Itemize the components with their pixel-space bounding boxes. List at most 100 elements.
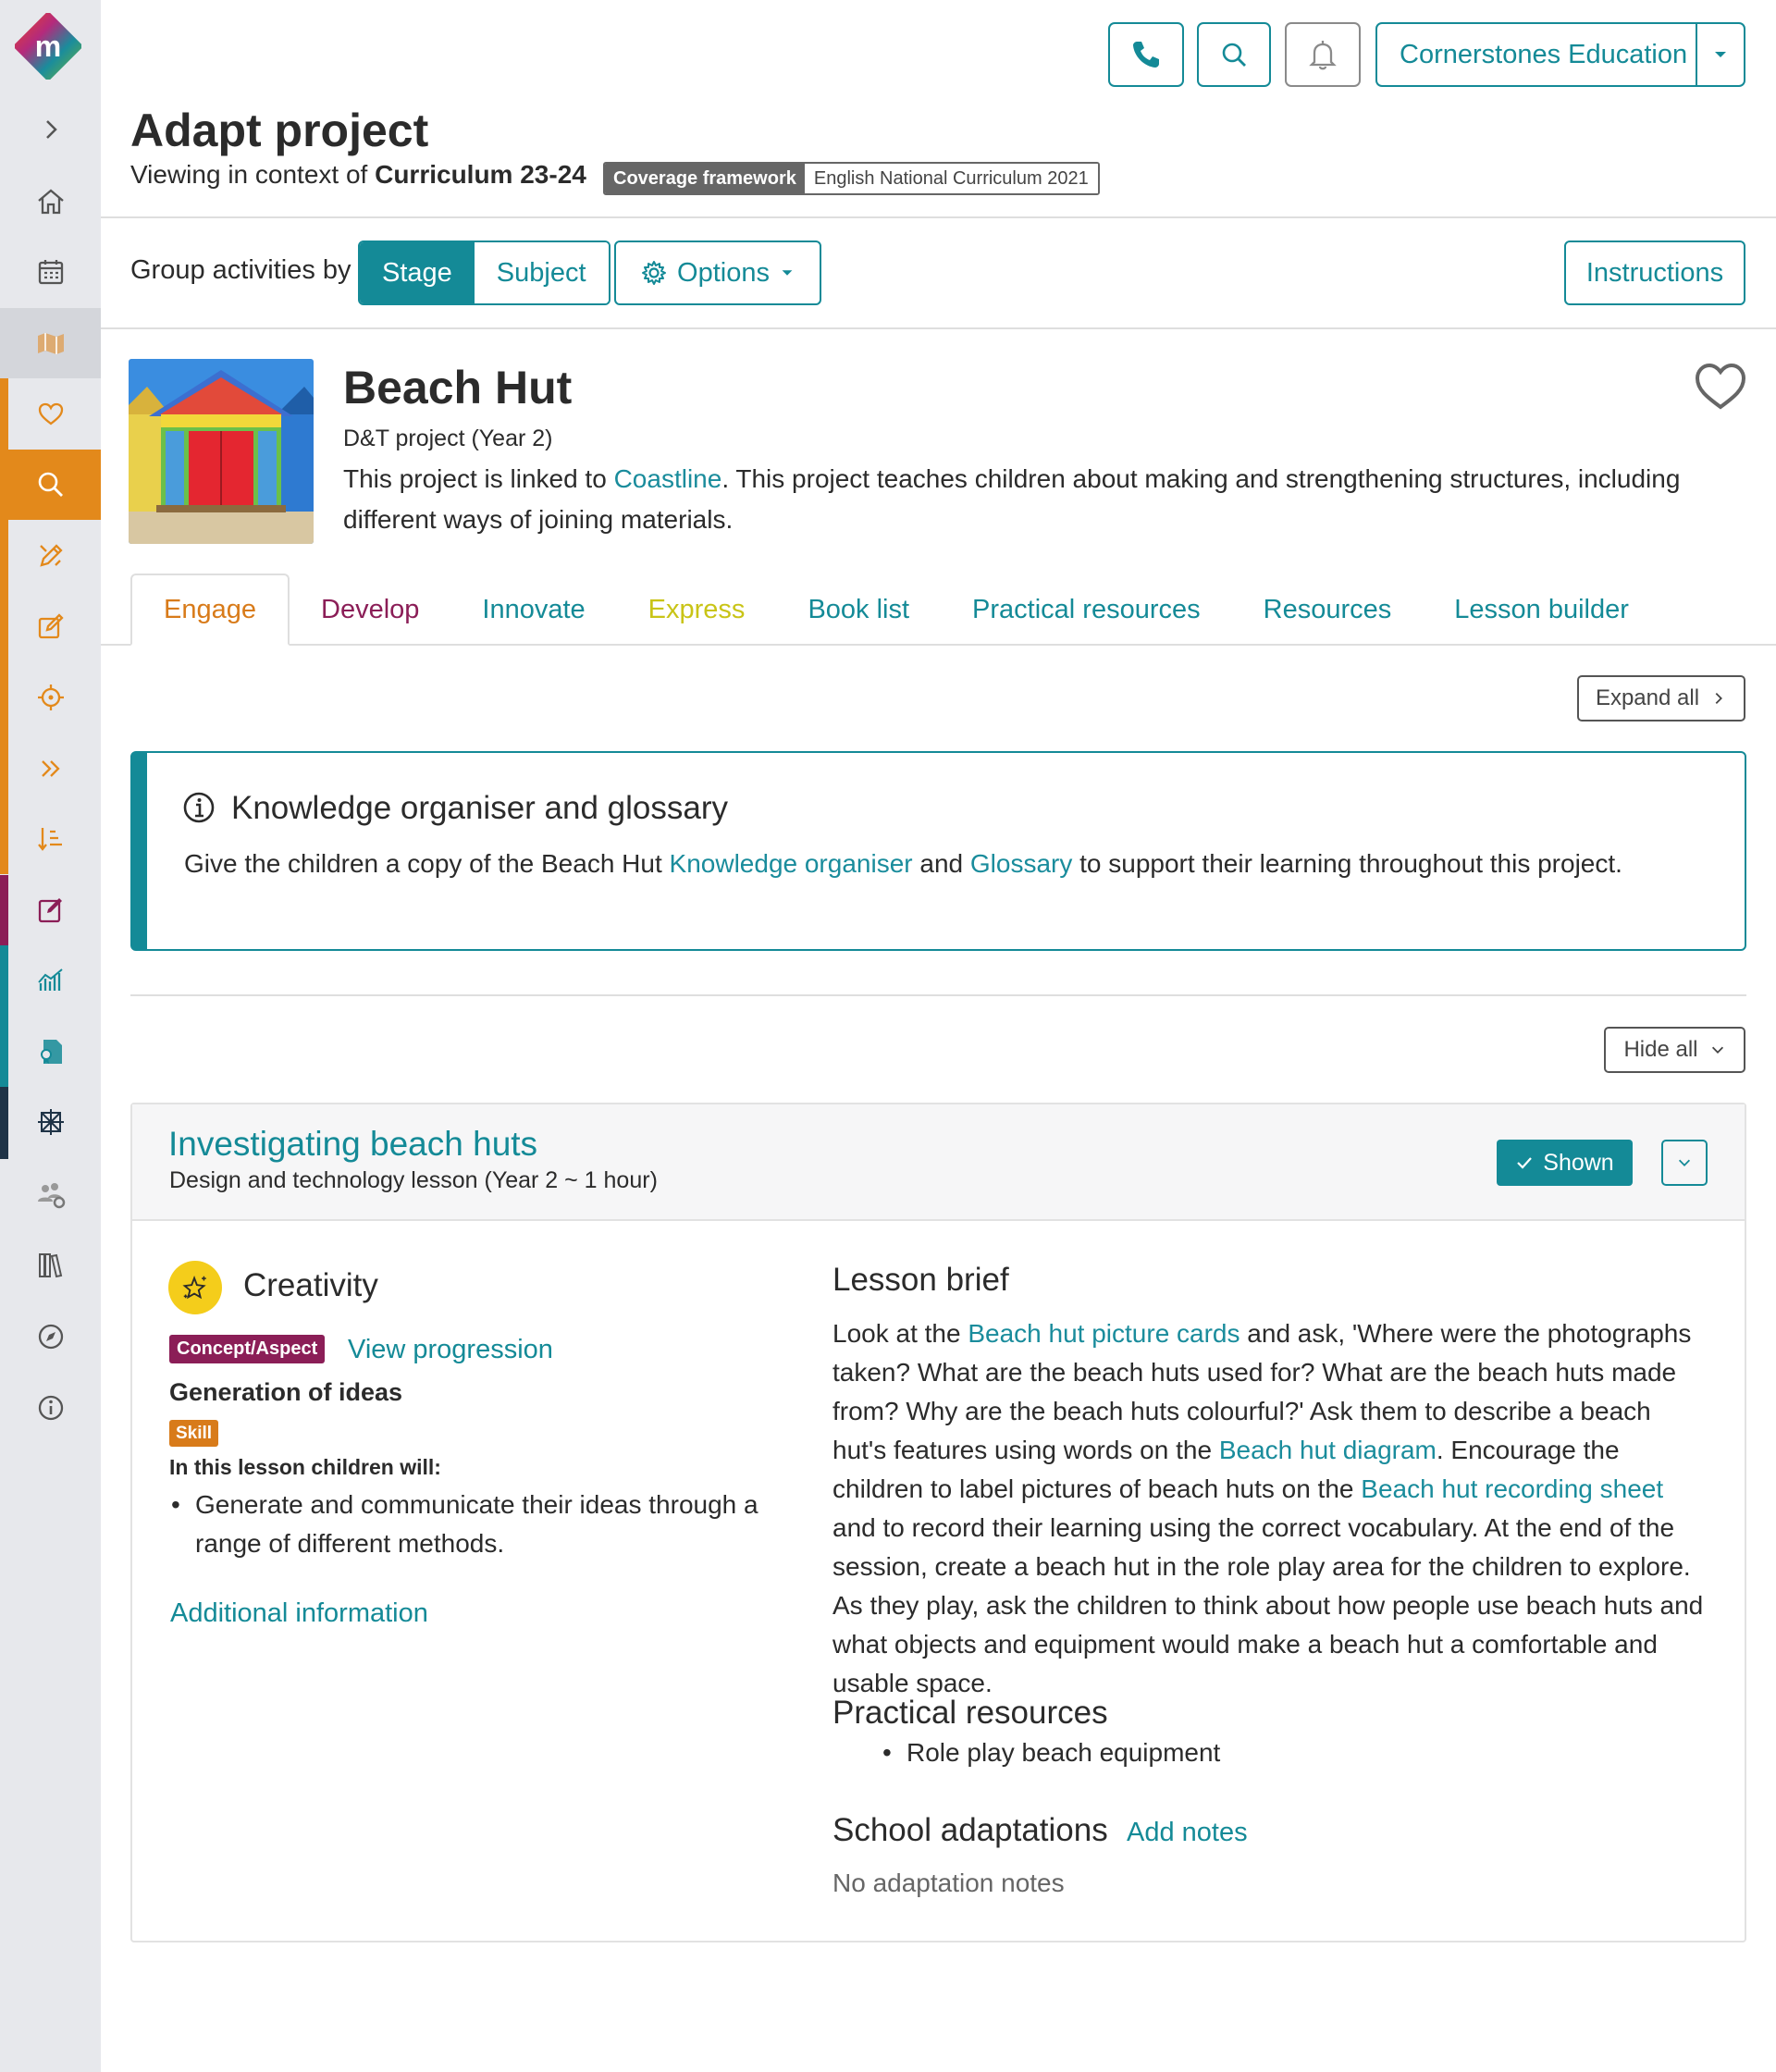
lesson-collapse-button[interactable]: [1661, 1140, 1708, 1186]
target-icon[interactable]: [0, 662, 101, 733]
coastline-link[interactable]: Coastline: [614, 464, 722, 493]
sort-list-icon[interactable]: [0, 804, 101, 874]
group-activities-label: Group activities by: [130, 255, 352, 285]
notifications-button[interactable]: [1285, 22, 1361, 87]
lesson-brief-text: Look at the Beach hut picture cards and …: [832, 1314, 1711, 1703]
project-image: [129, 359, 314, 544]
tab-develop[interactable]: Develop: [290, 574, 450, 646]
expand-all-label: Expand all: [1595, 685, 1700, 710]
knowledge-organiser-title: Knowledge organiser and glossary: [231, 790, 728, 826]
bell-icon: [1309, 41, 1337, 70]
phone-button[interactable]: [1108, 22, 1184, 87]
document-badge-icon[interactable]: [0, 1017, 101, 1087]
hide-all-button[interactable]: Hide all: [1604, 1027, 1745, 1073]
tab-lesson-builder[interactable]: Lesson builder: [1423, 574, 1660, 646]
beach-hut-diagram-link[interactable]: Beach hut diagram: [1219, 1436, 1437, 1464]
home-icon[interactable]: [0, 166, 101, 237]
additional-information-link[interactable]: Additional information: [170, 1598, 428, 1629]
practical-resources-title: Practical resources: [832, 1695, 1108, 1731]
divider: [101, 327, 1776, 329]
shown-label: Shown: [1543, 1149, 1614, 1176]
lesson-title[interactable]: Investigating beach huts: [168, 1125, 537, 1164]
project-desc-prefix: This project is linked to: [343, 464, 607, 493]
coverage-framework-key: Coverage framework: [605, 164, 805, 193]
group-by-subject[interactable]: Subject: [474, 242, 609, 303]
brief-text-1: Look at the: [832, 1319, 961, 1348]
add-notes-link[interactable]: Add notes: [1127, 1818, 1248, 1848]
app-logo[interactable]: m: [15, 13, 81, 80]
beach-hut-recording-sheet-link[interactable]: Beach hut recording sheet: [1361, 1474, 1663, 1503]
chevron-down-icon: [1678, 1159, 1691, 1166]
notebook-edit-icon[interactable]: [0, 875, 101, 945]
creativity-icon: [168, 1261, 222, 1314]
curriculum-context: Viewing in context of Curriculum 23-24: [130, 160, 586, 190]
options-label: Options: [677, 257, 770, 288]
tab-book-list[interactable]: Book list: [776, 574, 941, 646]
lesson-subtitle: Design and technology lesson (Year 2 ~ 1…: [169, 1167, 658, 1193]
info-circle-icon: [183, 792, 215, 823]
search-nav-icon[interactable]: [0, 450, 101, 520]
tab-innovate[interactable]: Innovate: [450, 574, 616, 646]
practical-resources-list: Role play beach equipment: [882, 1733, 1220, 1772]
caret-down-icon: [1715, 52, 1726, 57]
library-icon[interactable]: [0, 1230, 101, 1301]
chart-icon[interactable]: [0, 945, 101, 1016]
divider: [130, 994, 1746, 996]
users-settings-icon[interactable]: [0, 1159, 101, 1229]
tab-resources[interactable]: Resources: [1232, 574, 1424, 646]
aspect-name: Creativity: [243, 1267, 378, 1303]
network-icon[interactable]: [0, 1087, 101, 1157]
organisation-caret[interactable]: [1696, 24, 1744, 85]
sidebar: m: [0, 0, 101, 2072]
knowledge-organiser-text: Give the children a copy of the Beach Hu…: [184, 849, 1622, 879]
options-button[interactable]: Options: [614, 240, 821, 305]
lesson-brief-title: Lesson brief: [832, 1262, 1009, 1298]
map-icon[interactable]: [0, 308, 101, 378]
ko-text-2: and: [919, 849, 964, 878]
ko-text-3: to support their learning throughout thi…: [1079, 849, 1622, 878]
expand-sidebar-icon[interactable]: [0, 94, 101, 165]
info-icon[interactable]: [0, 1373, 101, 1443]
adaptation-notes-empty: No adaptation notes: [832, 1868, 1065, 1897]
list-item: Role play beach equipment: [882, 1733, 1220, 1772]
check-icon: [1517, 1157, 1533, 1169]
group-by-stage[interactable]: Stage: [360, 242, 475, 303]
phone-icon: [1133, 42, 1159, 68]
page-title: Adapt project: [130, 105, 429, 156]
caret-down-icon: [782, 270, 793, 276]
context-curriculum: Curriculum 23-24: [375, 160, 586, 189]
lesson-objectives-label: In this lesson children will:: [169, 1455, 441, 1479]
compass-icon[interactable]: [0, 1301, 101, 1372]
tab-practical-resources[interactable]: Practical resources: [941, 574, 1232, 646]
school-adaptations-title: School adaptations: [832, 1812, 1108, 1848]
glossary-link[interactable]: Glossary: [970, 849, 1072, 878]
favourite-button[interactable]: [1693, 361, 1748, 413]
beach-hut-picture-cards-link[interactable]: Beach hut picture cards: [968, 1319, 1240, 1348]
svg-text:m: m: [35, 30, 61, 63]
instructions-button[interactable]: Instructions: [1564, 240, 1745, 305]
tab-engage[interactable]: Engage: [130, 574, 290, 646]
group-by-toggle: Stage Subject: [358, 240, 610, 305]
calendar-icon[interactable]: [0, 237, 101, 307]
project-subtitle: D&T project (Year 2): [343, 426, 553, 451]
double-chevron-icon[interactable]: [0, 734, 101, 804]
hide-all-label: Hide all: [1623, 1037, 1698, 1062]
edit-icon[interactable]: [0, 592, 101, 662]
skill-badge: Skill: [169, 1420, 219, 1447]
tab-express[interactable]: Express: [617, 574, 777, 646]
heart-icon[interactable]: [0, 379, 101, 450]
project-description: This project is linked to Coastline. Thi…: [343, 459, 1694, 540]
pencil-ruler-icon[interactable]: [0, 521, 101, 591]
search-icon: [1222, 43, 1246, 67]
shown-toggle-button[interactable]: Shown: [1497, 1140, 1633, 1186]
knowledge-organiser-link[interactable]: Knowledge organiser: [670, 849, 913, 878]
organisation-dropdown[interactable]: Cornerstones Education: [1375, 22, 1745, 87]
coverage-framework-value: English National Curriculum 2021: [804, 164, 1098, 193]
brief-text-4: and to record their learning using the c…: [832, 1513, 1704, 1697]
search-button[interactable]: [1197, 22, 1271, 87]
expand-all-button[interactable]: Expand all: [1577, 675, 1745, 722]
project-title: Beach Hut: [343, 362, 573, 413]
divider: [101, 216, 1776, 218]
view-progression-link[interactable]: View progression: [348, 1335, 553, 1365]
heart-outline-icon: [1695, 363, 1746, 410]
